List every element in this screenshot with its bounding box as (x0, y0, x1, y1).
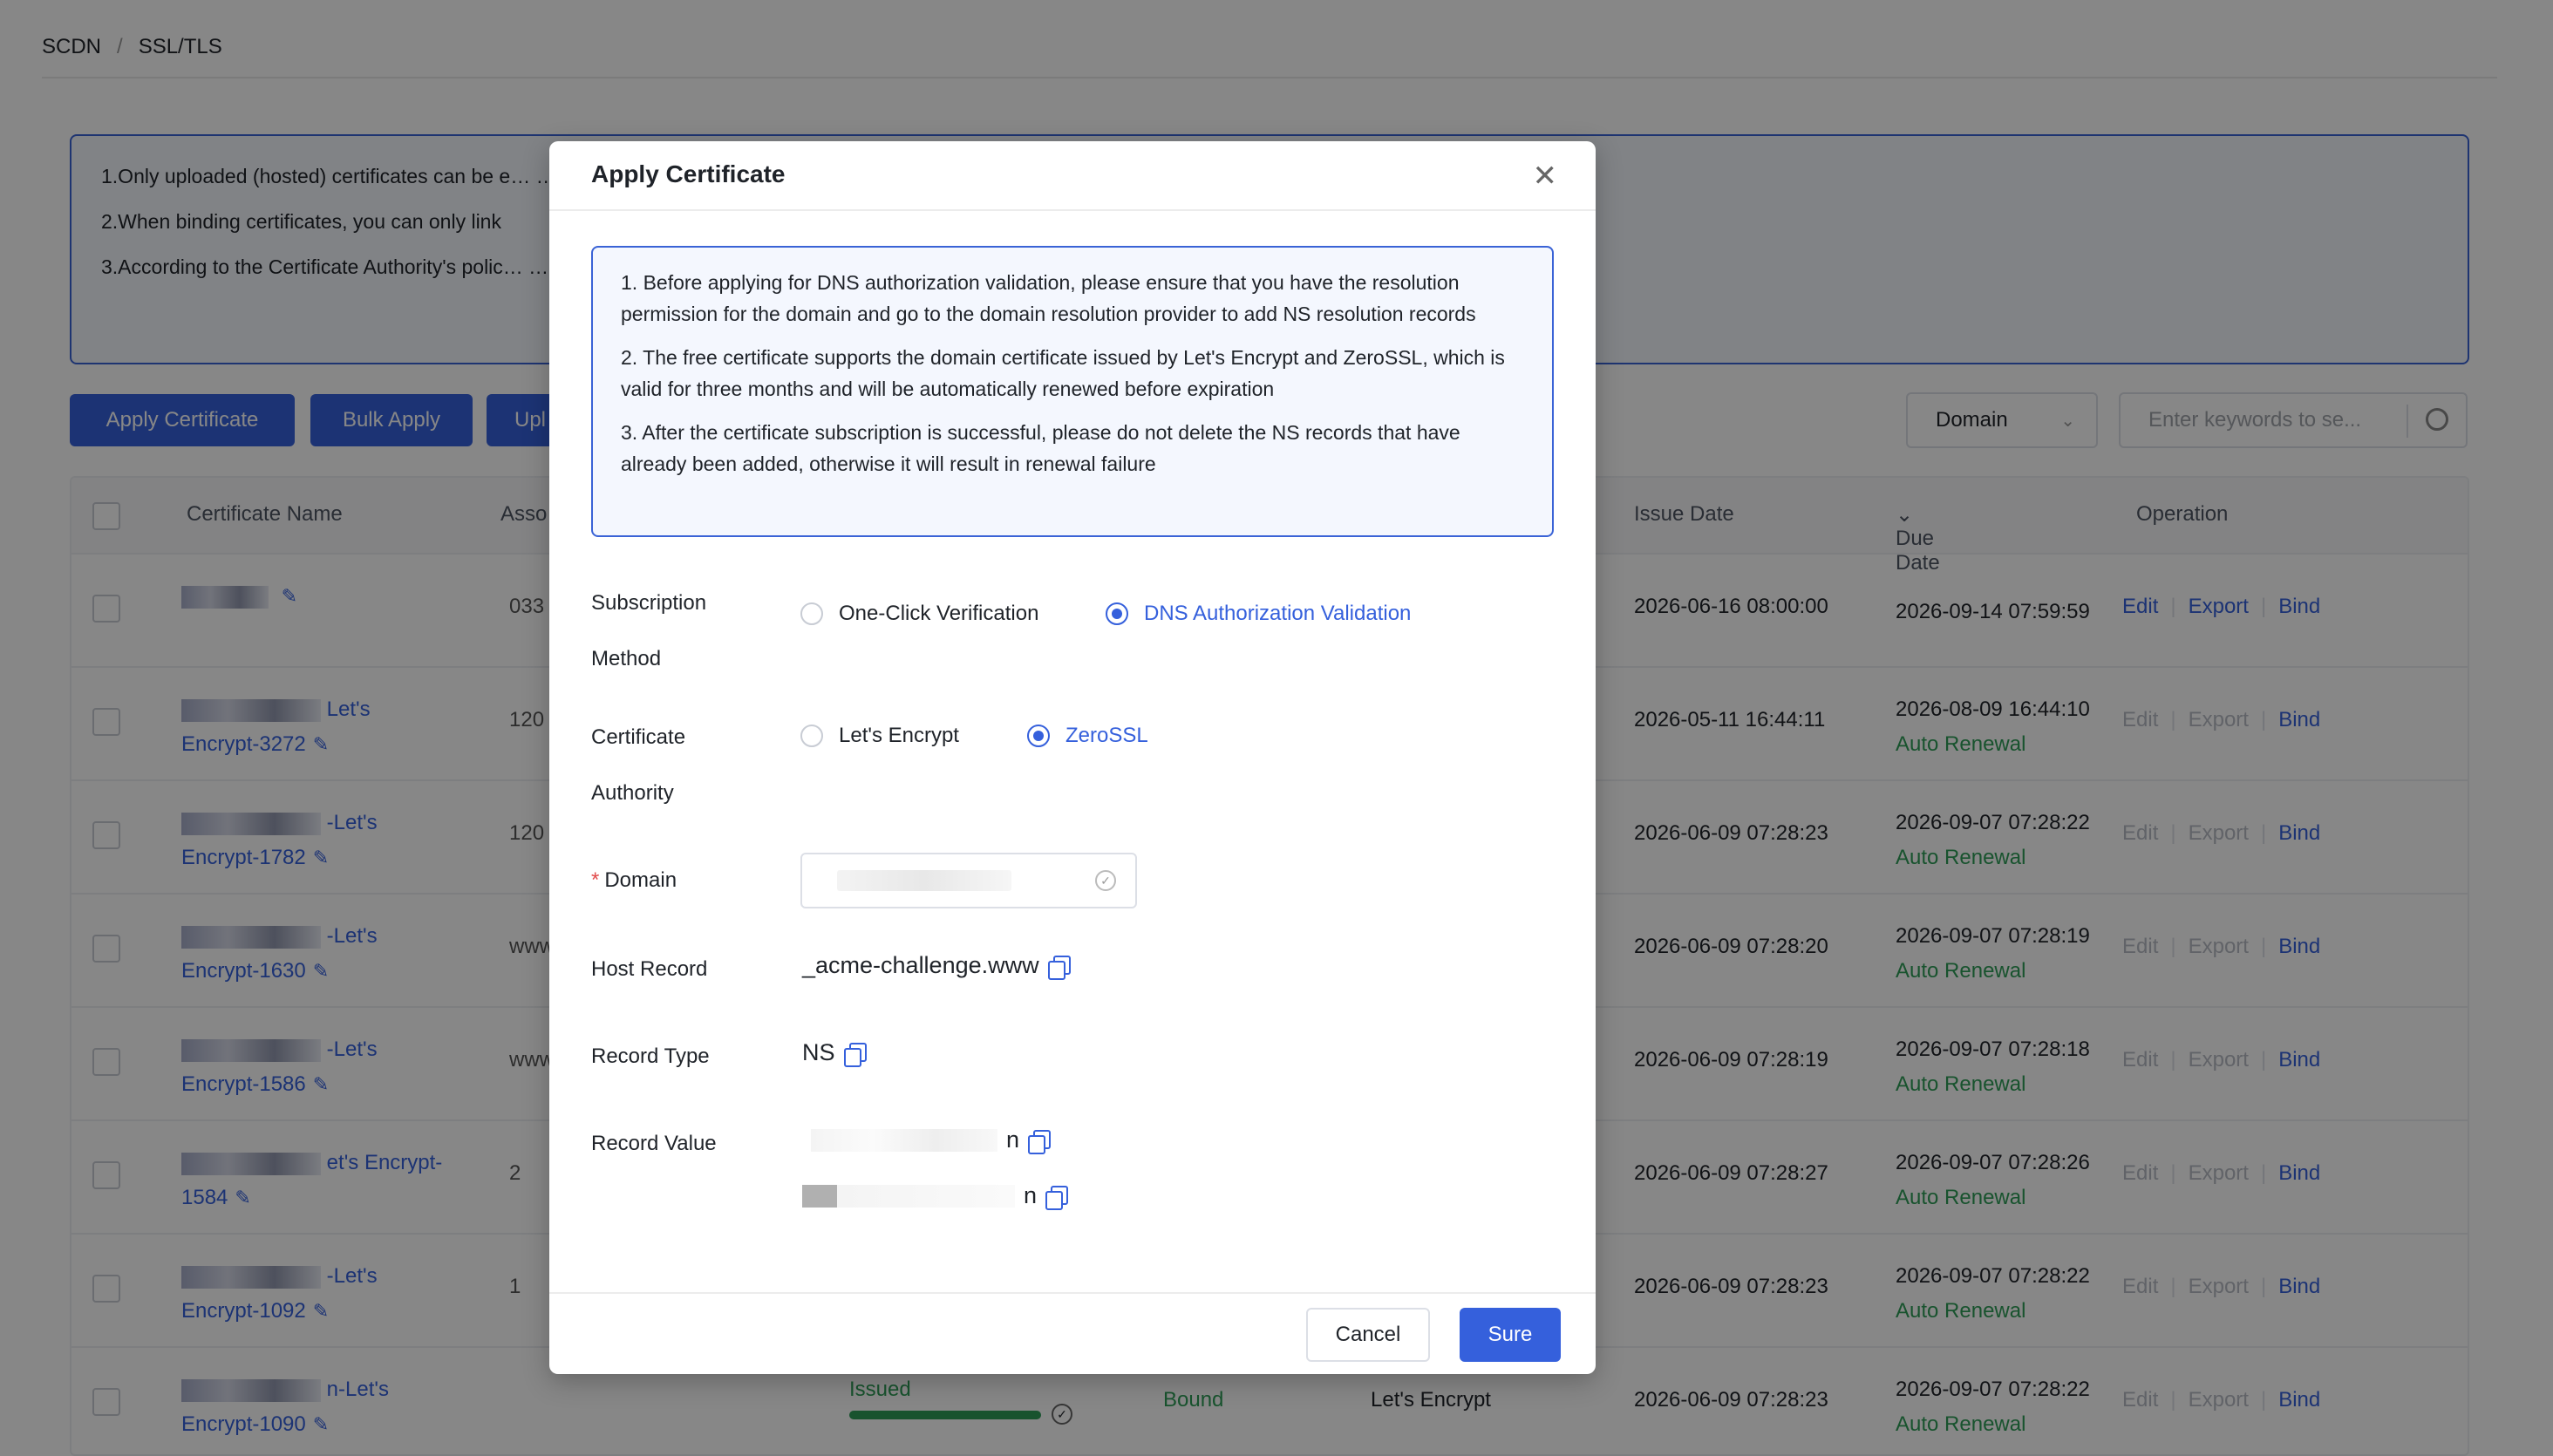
domain-value-redacted (837, 870, 1011, 891)
record-type-value: NS (802, 1039, 867, 1067)
record-value-label: Record Value (591, 1132, 717, 1155)
radio-circle (800, 725, 823, 747)
copy-icon[interactable] (843, 1042, 867, 1067)
host-record-label: Host Record (591, 957, 708, 981)
cancel-button[interactable]: Cancel (1306, 1308, 1430, 1362)
record-type-label: Record Type (591, 1044, 710, 1068)
redacted-text (802, 1184, 1015, 1208)
radio-zerossl[interactable]: ZeroSSL (1027, 724, 1148, 748)
domain-label: * Domain (591, 868, 677, 892)
dialog-footer-divider (549, 1292, 1596, 1294)
tip-1: 1. Before applying for DNS authorization… (621, 271, 1476, 325)
domain-select[interactable]: ✓ (800, 853, 1137, 908)
radio-label: DNS Authorization Validation (1144, 602, 1412, 625)
tip-2: 2. The free certificate supports the dom… (621, 346, 1505, 400)
sure-button[interactable]: Sure (1460, 1308, 1561, 1362)
close-icon[interactable]: ✕ (1533, 159, 1558, 194)
radio-label: One-Click Verification (839, 602, 1039, 625)
copy-icon[interactable] (1028, 1129, 1052, 1154)
radio-label: Let's Encrypt (839, 724, 959, 747)
certificate-authority-label: Certificate Authority (591, 725, 686, 805)
tip-3: 3. After the certificate subscription is… (621, 421, 1460, 475)
subscription-method-label: Subscription Method (591, 591, 707, 670)
radio-lets-encrypt[interactable]: Let's Encrypt (800, 724, 959, 748)
radio-circle (800, 602, 823, 625)
copy-icon[interactable] (1045, 1185, 1069, 1210)
radio-dns-authorization[interactable]: DNS Authorization Validation (1106, 602, 1411, 626)
record-value-1: n (811, 1126, 1052, 1154)
required-asterisk: * (591, 868, 600, 892)
dialog-title: Apply Certificate (591, 160, 786, 187)
check-circle-icon: ✓ (1095, 870, 1116, 891)
apply-certificate-dialog: Apply Certificate ✕ 1. Before applying f… (549, 141, 1596, 1374)
dialog-header-divider (549, 209, 1596, 211)
radio-circle-selected (1106, 602, 1128, 625)
host-record-value: _acme-challenge.www (802, 952, 1071, 980)
radio-one-click-verification[interactable]: One-Click Verification (800, 602, 1038, 626)
radio-label: ZeroSSL (1065, 724, 1148, 747)
redacted-text (811, 1128, 997, 1152)
radio-circle-selected (1027, 725, 1050, 747)
record-value-2: n (802, 1182, 1069, 1210)
dialog-tips: 1. Before applying for DNS authorization… (591, 246, 1554, 537)
copy-icon[interactable] (1047, 955, 1071, 980)
